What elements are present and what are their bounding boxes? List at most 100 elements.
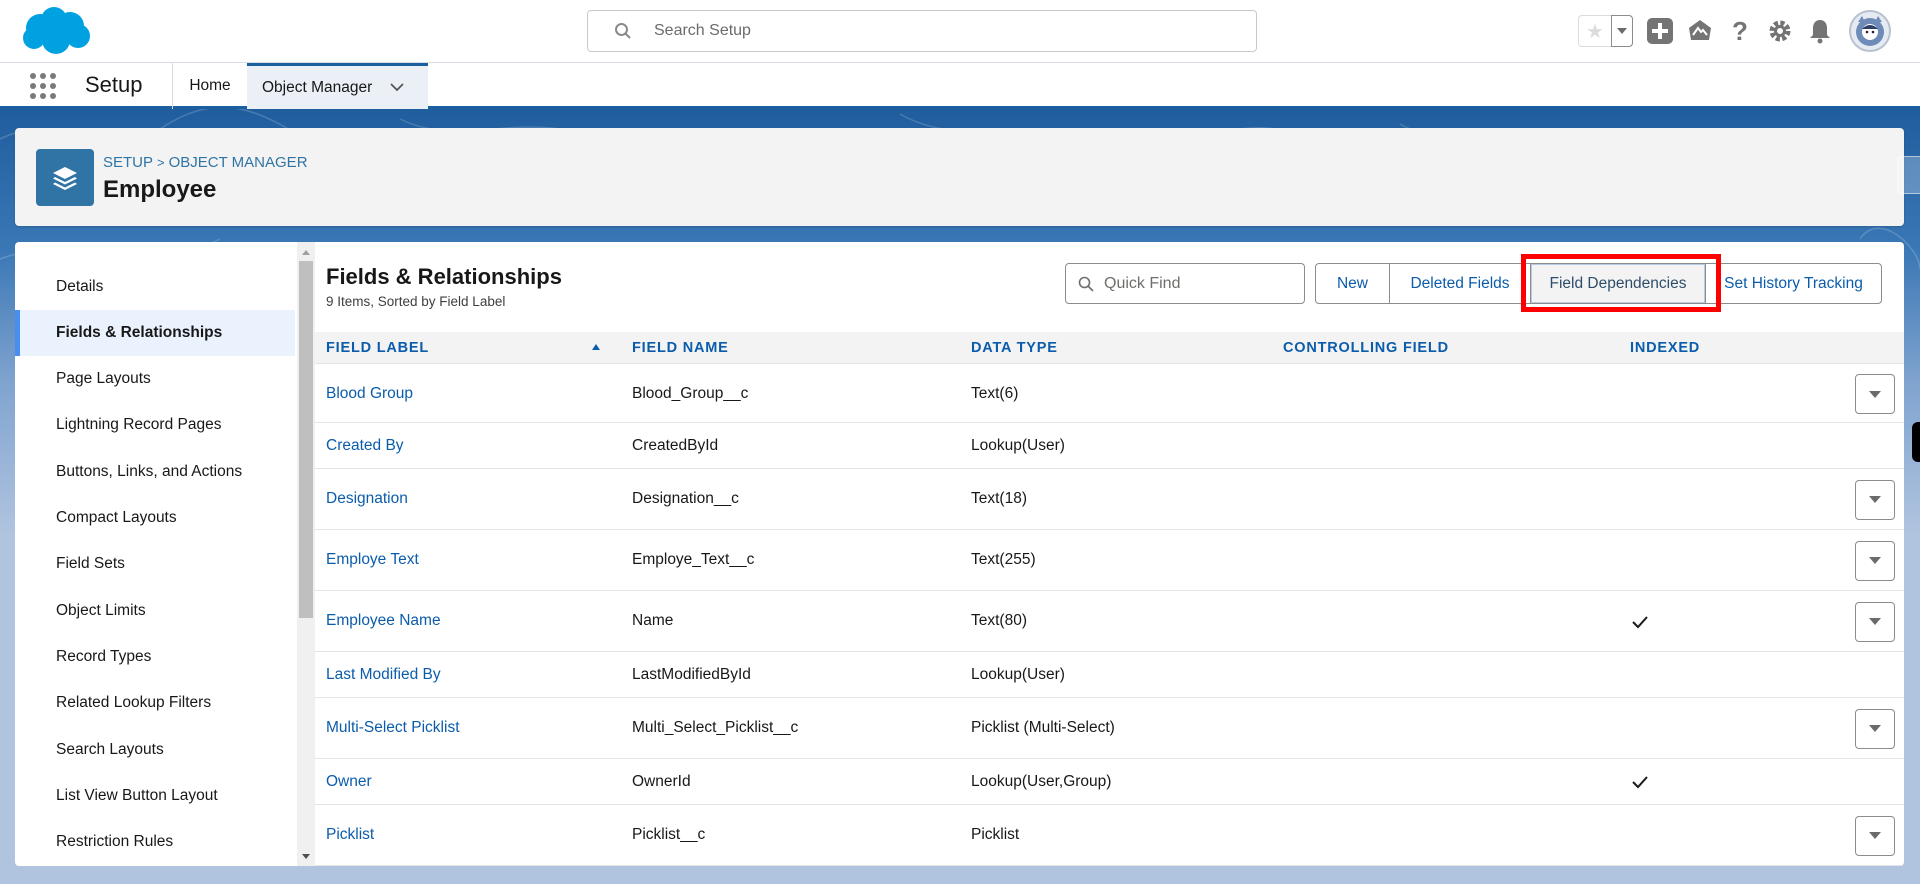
field-label-link[interactable]: Created By bbox=[326, 423, 404, 468]
data-type-cell: Text(80) bbox=[971, 612, 1027, 629]
setup-search[interactable] bbox=[587, 10, 1257, 52]
table-header: FIELD LABEL FIELD NAME DATA TYPE CONTROL… bbox=[315, 332, 1904, 364]
quick-find-input[interactable] bbox=[1104, 274, 1294, 293]
search-icon bbox=[615, 23, 631, 39]
sidebar-scrollbar[interactable] bbox=[297, 242, 315, 866]
tab-object-manager[interactable]: Object Manager bbox=[247, 63, 428, 109]
sidebar-item-restriction-rules[interactable]: Restriction Rules bbox=[15, 819, 295, 865]
favorites-star-icon[interactable]: ★ bbox=[1579, 16, 1611, 46]
sidebar-item-list-view-button-layout[interactable]: List View Button Layout bbox=[15, 773, 295, 819]
salesforce-logo[interactable] bbox=[20, 6, 92, 56]
table-row: Created By CreatedById Lookup(User) bbox=[315, 423, 1904, 469]
app-launcher-icon[interactable] bbox=[30, 73, 56, 99]
table-row: Employee Name Name Text(80) bbox=[315, 591, 1904, 652]
row-actions-menu-button[interactable] bbox=[1855, 479, 1895, 520]
column-header-field-name[interactable]: FIELD NAME bbox=[632, 332, 729, 364]
chevron-down-icon[interactable] bbox=[390, 83, 404, 92]
header-actions: ★ ? bbox=[1578, 10, 1891, 52]
breadcrumb-setup[interactable]: SETUP bbox=[103, 154, 153, 171]
setup-gear-icon[interactable] bbox=[1767, 18, 1793, 44]
global-header: ★ ? bbox=[0, 0, 1920, 63]
user-avatar[interactable] bbox=[1849, 10, 1891, 52]
sidebar-item-details[interactable]: Details bbox=[15, 264, 295, 310]
object-title: Employee bbox=[103, 176, 217, 203]
sidebar-item-lightning-record-pages[interactable]: Lightning Record Pages bbox=[15, 402, 295, 448]
field-label-link[interactable]: Picklist bbox=[326, 805, 374, 865]
field-label-link[interactable]: Multi-Select Picklist bbox=[326, 698, 460, 758]
data-type-cell: Lookup(User) bbox=[971, 665, 1065, 683]
quick-find[interactable] bbox=[1065, 263, 1305, 304]
help-icon[interactable]: ? bbox=[1727, 16, 1753, 46]
sidebar-item-field-sets[interactable]: Field Sets bbox=[15, 541, 295, 587]
scrollbar-thumb[interactable] bbox=[299, 261, 313, 618]
column-header-field-label[interactable]: FIELD LABEL bbox=[326, 332, 429, 364]
row-actions-menu-button[interactable] bbox=[1855, 601, 1895, 642]
global-actions-plus-icon[interactable] bbox=[1647, 18, 1673, 44]
sidebar-item-object-limits[interactable]: Object Limits bbox=[15, 588, 295, 634]
scroll-up-arrow-icon[interactable] bbox=[302, 250, 310, 255]
column-header-controlling-field[interactable]: CONTROLLING FIELD bbox=[1283, 332, 1449, 364]
field-label-link[interactable]: Last Modified By bbox=[326, 652, 441, 697]
sidebar-item-page-layouts[interactable]: Page Layouts bbox=[15, 356, 295, 402]
field-name-cell: Name bbox=[632, 612, 674, 629]
chevron-down-icon bbox=[1869, 557, 1881, 564]
utility-panel-toggle[interactable] bbox=[1897, 156, 1920, 194]
data-type-cell: Text(18) bbox=[971, 490, 1027, 507]
row-actions-menu-button[interactable] bbox=[1855, 374, 1895, 414]
layers-icon bbox=[36, 149, 94, 206]
field-name-cell: CreatedById bbox=[632, 436, 719, 454]
side-handle[interactable] bbox=[1912, 422, 1920, 462]
new-button[interactable]: New bbox=[1315, 263, 1390, 304]
data-type-cell: Lookup(User,Group) bbox=[971, 772, 1112, 790]
favorites-group: ★ bbox=[1578, 15, 1633, 47]
field-label-link[interactable]: Owner bbox=[326, 759, 372, 804]
field-label-link[interactable]: Employee Name bbox=[326, 591, 441, 651]
chevron-down-icon bbox=[1869, 832, 1881, 839]
deleted-fields-button[interactable]: Deleted Fields bbox=[1389, 263, 1531, 304]
indexed-check-icon bbox=[1631, 614, 1649, 635]
tab-home[interactable]: Home bbox=[173, 63, 247, 109]
field-name-cell: Picklist__c bbox=[632, 826, 706, 843]
field-label-link[interactable]: Designation bbox=[326, 469, 408, 529]
field-name-cell: Employe_Text__c bbox=[632, 551, 755, 568]
field-name-cell: Designation__c bbox=[632, 490, 739, 507]
tab-object-manager-label: Object Manager bbox=[262, 78, 373, 96]
field-name-cell: OwnerId bbox=[632, 772, 691, 790]
sidebar-item-record-types[interactable]: Record Types bbox=[15, 634, 295, 680]
trailhead-icon[interactable] bbox=[1687, 18, 1713, 44]
sidebar-item-search-layouts[interactable]: Search Layouts bbox=[15, 727, 295, 773]
column-header-indexed[interactable]: INDEXED bbox=[1630, 332, 1700, 364]
row-actions-menu-button[interactable] bbox=[1855, 540, 1895, 581]
field-dependencies-button[interactable]: Field Dependencies bbox=[1530, 263, 1706, 304]
object-sidebar: Details Fields & Relationships Page Layo… bbox=[15, 242, 315, 866]
sidebar-item-related-lookup-filters[interactable]: Related Lookup Filters bbox=[15, 680, 295, 726]
column-header-data-type[interactable]: DATA TYPE bbox=[971, 332, 1058, 364]
sort-ascending-icon[interactable] bbox=[592, 344, 600, 350]
table-row: Last Modified By LastModifiedById Lookup(U… bbox=[315, 652, 1904, 698]
sidebar-item-compact-layouts[interactable]: Compact Layouts bbox=[15, 495, 295, 541]
favorites-dropdown-icon[interactable] bbox=[1611, 15, 1633, 47]
scroll-down-arrow-icon[interactable] bbox=[302, 854, 310, 859]
chevron-down-icon bbox=[1869, 725, 1881, 732]
sidebar-item-buttons-links-actions[interactable]: Buttons, Links, and Actions bbox=[15, 449, 295, 495]
row-actions-menu-button[interactable] bbox=[1855, 708, 1895, 749]
data-type-cell: Lookup(User) bbox=[971, 436, 1065, 454]
app-navigation-bar: Setup Home Object Manager bbox=[0, 63, 1920, 109]
field-name-cell: Multi_Select_Picklist__c bbox=[632, 719, 799, 736]
search-icon bbox=[1078, 276, 1094, 292]
row-actions-menu-button[interactable] bbox=[1855, 815, 1895, 856]
data-type-cell: Text(6) bbox=[971, 384, 1019, 402]
field-label-link[interactable]: Employe Text bbox=[326, 530, 419, 590]
field-label-link[interactable]: Blood Group bbox=[326, 365, 413, 422]
sidebar-item-fields-relationships[interactable]: Fields & Relationships bbox=[15, 310, 295, 356]
breadcrumb-object-manager[interactable]: OBJECT MANAGER bbox=[169, 154, 308, 171]
object-header: SETUP > OBJECT MANAGER Employee bbox=[15, 128, 1904, 226]
table-row: Employe Text Employe_Text__c Text(255) bbox=[315, 530, 1904, 591]
indexed-check-icon bbox=[1631, 774, 1649, 795]
data-type-cell: Text(255) bbox=[971, 551, 1036, 568]
set-history-tracking-button[interactable]: Set History Tracking bbox=[1705, 263, 1882, 304]
chevron-down-icon bbox=[1869, 496, 1881, 503]
setup-search-input[interactable] bbox=[654, 22, 1214, 40]
table-row: Picklist Picklist__c Picklist bbox=[315, 805, 1904, 866]
notifications-bell-icon[interactable] bbox=[1807, 18, 1833, 44]
